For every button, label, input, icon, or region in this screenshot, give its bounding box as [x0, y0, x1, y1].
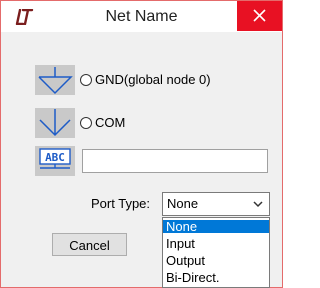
option-none[interactable]: None	[163, 220, 269, 233]
net-name-dialog: Net Name GND(global node 0) COM ABC Port…	[0, 0, 283, 288]
port-type-selected: None	[167, 196, 199, 211]
abc-label-icon: ABC	[35, 146, 75, 176]
option-input[interactable]: Input	[163, 237, 269, 250]
abc-icon-text: ABC	[45, 151, 65, 164]
port-type-label: Port Type:	[91, 196, 151, 211]
com-radio[interactable]	[80, 117, 92, 129]
gnd-radio[interactable]	[80, 74, 92, 86]
com-symbol-icon	[35, 108, 75, 138]
close-button[interactable]	[237, 1, 282, 31]
port-type-dropdown: None Input Output Bi-Direct.	[162, 217, 270, 288]
option-output[interactable]: Output	[163, 254, 269, 267]
cancel-button[interactable]: Cancel	[52, 233, 127, 256]
gnd-label: GND(global node 0)	[95, 72, 211, 87]
close-icon	[253, 9, 266, 22]
ground-symbol-icon	[35, 65, 75, 95]
com-label: COM	[95, 115, 126, 130]
net-name-input[interactable]	[82, 149, 268, 173]
port-type-select[interactable]: None	[162, 192, 270, 216]
option-bi-direct[interactable]: Bi-Direct.	[163, 271, 269, 284]
chevron-down-icon	[253, 201, 263, 208]
title-bar[interactable]: Net Name	[1, 1, 282, 32]
